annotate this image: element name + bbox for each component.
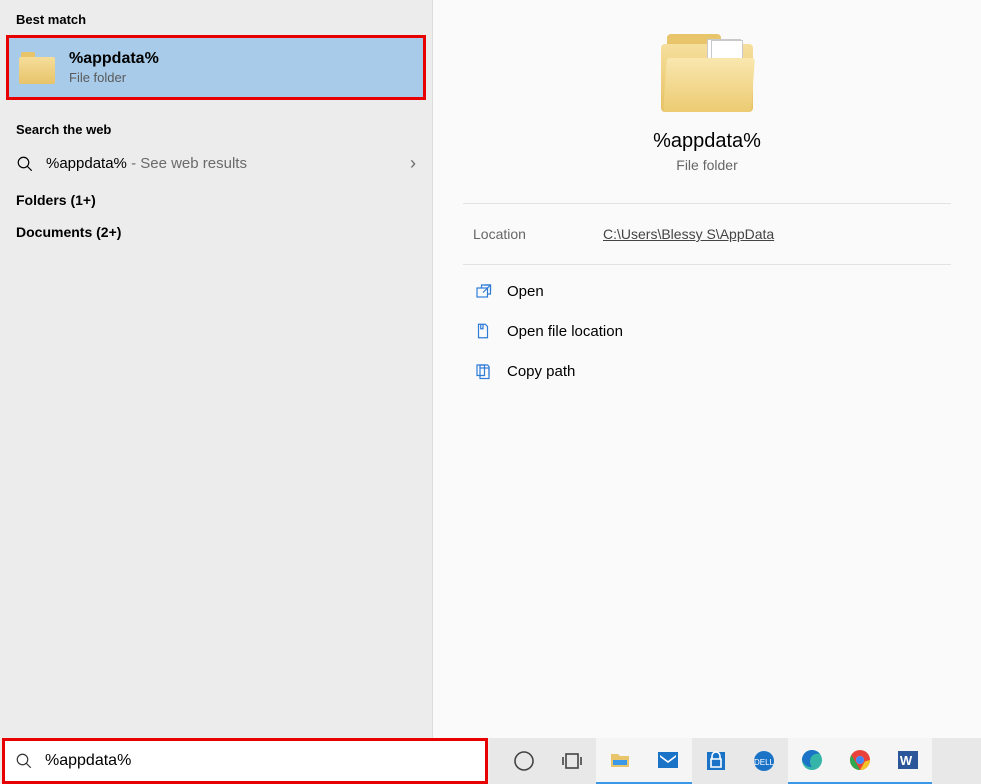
chevron-right-icon: › [410,153,416,174]
chrome-icon[interactable] [836,738,884,784]
file-explorer-icon[interactable] [596,738,644,784]
edge-icon[interactable] [788,738,836,784]
action-copy-path-label: Copy path [507,363,575,380]
best-match-title: %appdata% [69,50,159,68]
category-folders[interactable]: Folders (1+) [0,182,432,214]
best-match-result[interactable]: %appdata% File folder [6,35,426,100]
action-open-label: Open [507,283,544,300]
folder-large-icon [661,34,753,112]
open-icon [473,281,493,301]
search-input[interactable] [43,751,475,771]
action-open-location-label: Open file location [507,323,623,340]
details-pane: %appdata% File folder Location C:\Users\… [432,0,981,738]
search-results-pane: Best match %appdata% File folder Search … [0,0,432,738]
cortana-icon[interactable] [500,738,548,784]
action-open[interactable]: Open [463,271,951,311]
details-title: %appdata% [653,130,761,153]
word-icon[interactable]: W [884,738,932,784]
search-web-label: Search the web [0,118,432,145]
location-path[interactable]: C:\Users\Blessy S\AppData [603,226,774,242]
taskbar: DELL W [490,738,981,784]
copy-icon [473,361,493,381]
details-subtitle: File folder [676,157,737,173]
search-icon [16,155,34,173]
web-query-text: %appdata% [46,155,127,172]
svg-text:DELL: DELL [754,758,775,767]
best-match-label: Best match [0,8,432,35]
action-open-location[interactable]: Open file location [463,311,951,351]
category-documents[interactable]: Documents (2+) [0,214,432,246]
store-icon[interactable] [692,738,740,784]
action-copy-path[interactable]: Copy path [463,351,951,391]
web-hint-text: - See web results [127,155,247,172]
web-search-result[interactable]: %appdata% - See web results › [0,145,432,182]
svg-text:W: W [900,753,913,768]
open-location-icon [473,321,493,341]
folder-icon [19,52,55,84]
search-icon [15,752,33,770]
taskbar-search-box[interactable] [2,738,488,784]
mail-icon[interactable] [644,738,692,784]
task-view-icon[interactable] [548,738,596,784]
dell-icon[interactable]: DELL [740,738,788,784]
location-label: Location [473,226,603,242]
best-match-subtitle: File folder [69,70,159,85]
